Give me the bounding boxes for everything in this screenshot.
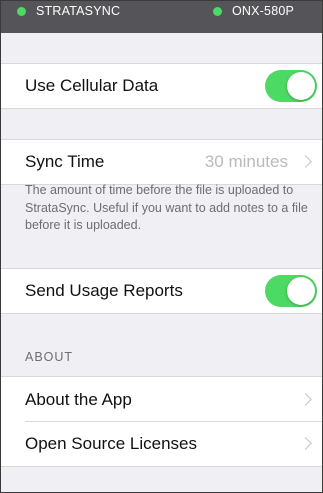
chevron-right-icon xyxy=(299,437,312,450)
about-the-app-label: About the App xyxy=(25,389,132,409)
status-dot-icon xyxy=(17,7,26,17)
about-the-app-row[interactable]: About the App xyxy=(1,377,322,422)
status-dot-icon xyxy=(213,7,222,17)
toggle-knob xyxy=(287,72,315,100)
use-cellular-data-label: Use Cellular Data xyxy=(25,76,159,95)
use-cellular-data-toggle[interactable] xyxy=(265,70,317,102)
use-cellular-data-row: Use Cellular Data xyxy=(1,63,322,109)
send-usage-reports-row: Send Usage Reports xyxy=(1,268,322,314)
about-section-group: About the App Open Source Licenses xyxy=(1,376,322,467)
sync-time-footer: The amount of time before the file is up… xyxy=(25,183,308,232)
status-item-device: ONX-580P xyxy=(213,1,294,33)
send-usage-reports-toggle[interactable] xyxy=(265,275,317,307)
chevron-right-icon xyxy=(299,392,312,406)
settings-screen: STRATASYNC ONX-580P Use Cellular Data Sy… xyxy=(0,0,323,493)
open-source-licenses-label: Open Source Licenses xyxy=(25,434,197,453)
open-source-licenses-row[interactable]: Open Source Licenses xyxy=(1,422,322,466)
status-label-right: ONX-580P xyxy=(232,4,295,18)
about-section-header: ABOUT xyxy=(25,350,74,364)
send-usage-reports-label: Send Usage Reports xyxy=(25,281,183,300)
sync-time-value: 30 minutes xyxy=(204,152,288,171)
toggle-knob xyxy=(287,277,315,305)
status-label-left: STRATASYNC xyxy=(36,4,121,18)
sync-time-row[interactable]: Sync Time 30 minutes xyxy=(1,139,322,185)
status-item-stratasync: STRATASYNC xyxy=(17,1,120,33)
sync-time-label: Sync Time xyxy=(25,152,105,171)
chevron-right-icon xyxy=(299,155,312,168)
status-bar: STRATASYNC ONX-580P xyxy=(1,1,322,33)
